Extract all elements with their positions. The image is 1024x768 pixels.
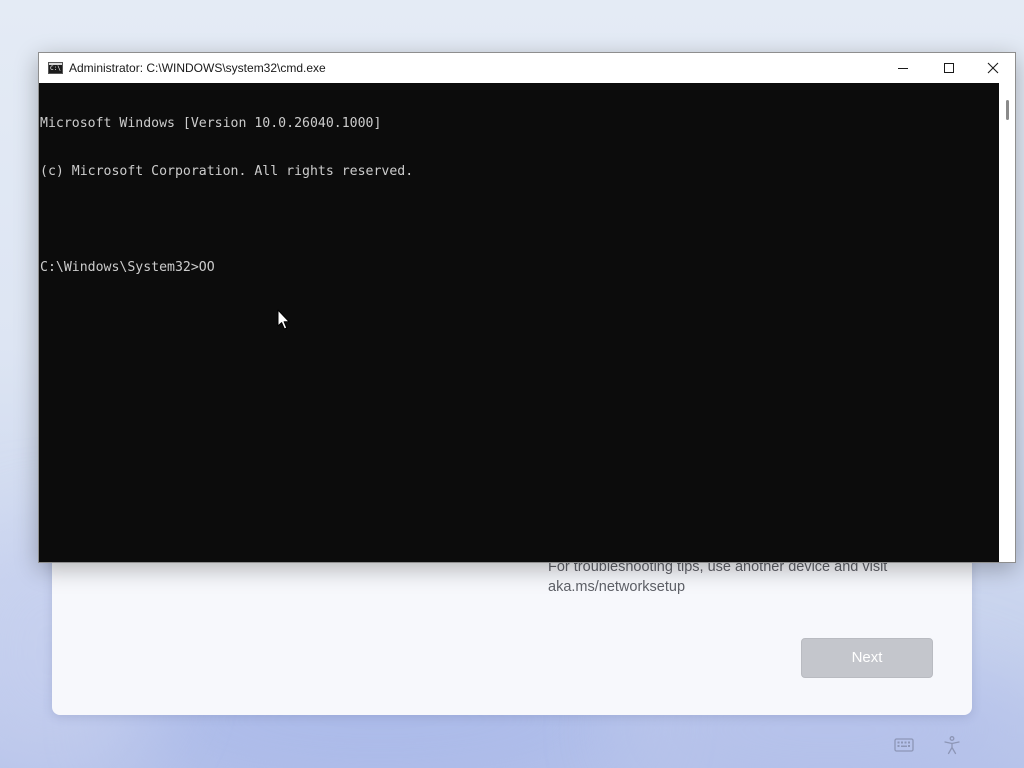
window-title: Administrator: C:\WINDOWS\system32\cmd.e… [69,61,326,75]
maximize-button[interactable] [926,53,972,83]
oobe-background: For troubleshooting tips, use another de… [0,0,1024,768]
next-button[interactable]: Next [801,638,933,678]
minimize-icon [898,68,908,69]
help-link-text: aka.ms/networksetup [548,579,686,595]
console-line: Microsoft Windows [Version 10.0.26040.10… [40,116,382,131]
vertical-scrollbar[interactable] [999,83,1015,562]
keyboard-icon[interactable] [893,734,915,756]
console-prompt-line[interactable]: C:\Windows\System32>OO [40,260,999,276]
close-icon [987,62,999,74]
cmd-icon-glyph: C:\ [50,65,61,72]
maximize-icon [944,63,954,73]
console-line: (c) Microsoft Corporation. All rights re… [40,164,414,179]
console-output[interactable]: Microsoft Windows [Version 10.0.26040.10… [39,83,999,562]
close-button[interactable] [970,53,1016,83]
cmd-console-icon[interactable]: C:\ [48,62,63,74]
command-prompt-window[interactable]: C:\ Administrator: C:\WINDOWS\system32\c… [38,52,1016,563]
title-bar[interactable]: C:\ Administrator: C:\WINDOWS\system32\c… [39,53,1015,83]
minimize-button[interactable] [880,53,926,83]
troubleshooting-help-text: For troubleshooting tips, use another de… [548,557,928,597]
accessibility-icon[interactable] [941,734,963,756]
scrollbar-thumb[interactable] [1006,100,1009,120]
mouse-pointer-icon [277,309,290,330]
